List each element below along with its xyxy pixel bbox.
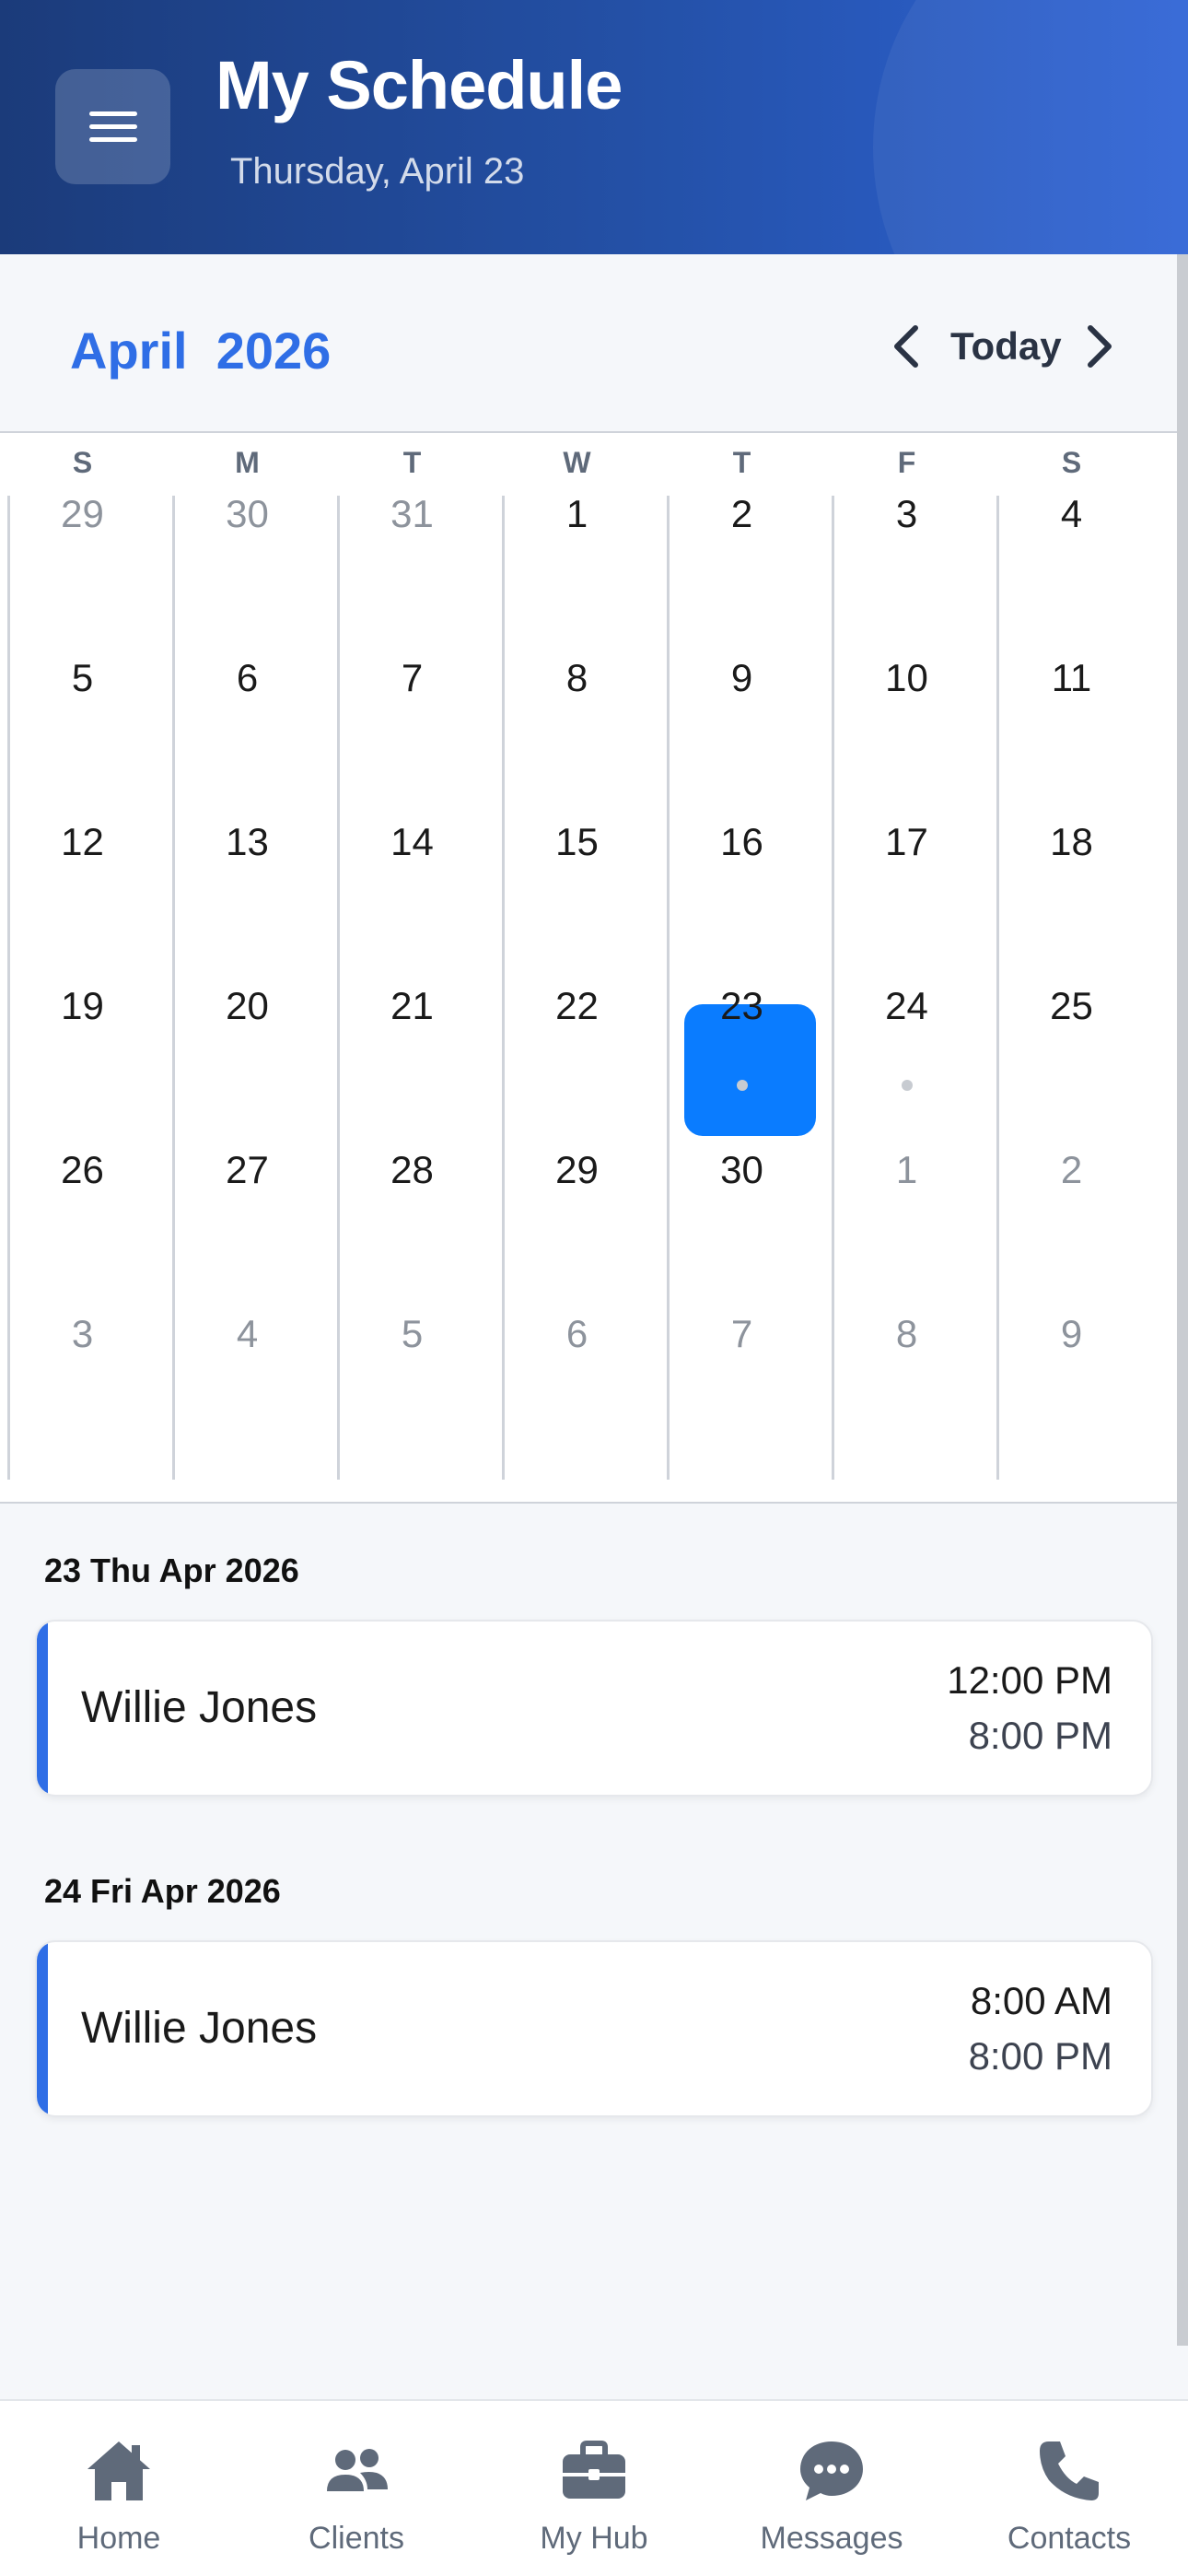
calendar-day[interactable]: 17 — [824, 820, 989, 864]
calendar-day[interactable]: 9 — [989, 1312, 1154, 1356]
event-date-header: 23 Thu Apr 2026 — [44, 1551, 299, 1589]
calendar-day[interactable]: 6 — [495, 1312, 659, 1356]
home-icon — [87, 2441, 150, 2500]
calendar-day[interactable]: 30 — [165, 492, 330, 536]
calendar-day[interactable]: 3 — [824, 492, 989, 536]
calendar-day[interactable]: 19 — [0, 984, 165, 1028]
calendar-day[interactable]: 28 — [330, 1148, 495, 1192]
calendar-day[interactable]: 11 — [989, 656, 1154, 700]
calendar-day[interactable]: 12 — [0, 820, 165, 864]
calendar-day[interactable]: 26 — [0, 1148, 165, 1192]
weekday-header: W — [563, 446, 591, 479]
calendar-day[interactable]: 22 — [495, 984, 659, 1028]
calendar-grid: S M T W T F S 29 30 31 1 2 3 4 5 6 7 8 9 10 11 12 13 14 15 16 17 18… — [0, 433, 1177, 1504]
menu-icon-bar — [88, 111, 137, 116]
event-card[interactable]: Willie Jones 12:00 PM 8:00 PM — [35, 1620, 1153, 1797]
app-header: My Schedule Thursday, April 23 — [0, 0, 1188, 254]
nav-tab-contacts[interactable]: Contacts — [950, 2401, 1188, 2576]
nav-tab-clients[interactable]: Clients — [238, 2401, 475, 2576]
calendar-day[interactable]: 6 — [165, 656, 330, 700]
header-decoration — [873, 0, 1188, 254]
scrollbar[interactable] — [1177, 254, 1188, 2346]
weekday-header: T — [402, 446, 422, 479]
calendar-day[interactable]: 29 — [0, 492, 165, 536]
nav-label: Home — [76, 2521, 161, 2556]
calendar-day[interactable]: 23 — [659, 984, 824, 1028]
event-accent-bar — [37, 1942, 48, 2115]
weekday-header: S — [1061, 446, 1082, 479]
event-date-header: 24 Fri Apr 2026 — [44, 1872, 281, 1910]
users-icon — [327, 2449, 388, 2491]
calendar-day[interactable]: 24 — [824, 984, 989, 1028]
nav-label: Contacts — [1007, 2521, 1132, 2556]
event-accent-bar — [37, 1622, 48, 1795]
month-navigation: April 2026 Today — [0, 254, 1177, 433]
month-year-label[interactable]: April 2026 — [70, 321, 331, 381]
calendar-day[interactable]: 30 — [659, 1148, 824, 1192]
calendar-day[interactable]: 8 — [495, 656, 659, 700]
event-end-time: 8:00 PM — [968, 2034, 1112, 2078]
nav-label: My Hub — [540, 2521, 648, 2556]
event-client-name: Willie Jones — [81, 1683, 318, 1732]
calendar-day[interactable]: 5 — [0, 656, 165, 700]
calendar-day[interactable]: 15 — [495, 820, 659, 864]
event-client-name: Willie Jones — [81, 2004, 318, 2053]
calendar-day[interactable]: 3 — [0, 1312, 165, 1356]
nav-label: Clients — [309, 2521, 404, 2556]
calendar-day[interactable]: 2 — [989, 1148, 1154, 1192]
chevron-right-icon[interactable] — [1077, 321, 1122, 372]
calendar-day[interactable]: 4 — [165, 1312, 330, 1356]
weekday-header: S — [72, 446, 93, 479]
year-label: 2026 — [215, 322, 332, 380]
nav-tab-home[interactable]: Home — [0, 2401, 238, 2576]
calendar-day[interactable]: 10 — [824, 656, 989, 700]
calendar-day[interactable]: 1 — [824, 1148, 989, 1192]
weekday-header: T — [732, 446, 751, 479]
calendar-day[interactable]: 8 — [824, 1312, 989, 1356]
calendar-day[interactable]: 18 — [989, 820, 1154, 864]
event-indicator-dot — [736, 1080, 748, 1091]
calendar-day[interactable]: 20 — [165, 984, 330, 1028]
weekday-header: F — [897, 446, 916, 479]
calendar-day[interactable]: 7 — [330, 656, 495, 700]
menu-icon-bar — [88, 124, 137, 129]
nav-tab-messages[interactable]: Messages — [713, 2401, 950, 2576]
menu-button[interactable] — [55, 69, 170, 184]
phone-icon — [1040, 2441, 1099, 2500]
nav-label: Messages — [760, 2521, 903, 2556]
event-card[interactable]: Willie Jones 8:00 AM 8:00 PM — [35, 1940, 1153, 2117]
nav-tab-my-hub[interactable]: My Hub — [475, 2401, 713, 2576]
month-label: April — [70, 322, 188, 380]
event-indicator-dot — [901, 1080, 913, 1091]
calendar-day[interactable]: 4 — [989, 492, 1154, 536]
calendar-day[interactable]: 14 — [330, 820, 495, 864]
calendar-day[interactable]: 5 — [330, 1312, 495, 1356]
calendar-day[interactable]: 9 — [659, 656, 824, 700]
calendar-day[interactable]: 29 — [495, 1148, 659, 1192]
calendar-day[interactable]: 25 — [989, 984, 1154, 1028]
briefcase-icon — [563, 2441, 625, 2499]
calendar-day[interactable]: 2 — [659, 492, 824, 536]
event-end-time: 8:00 PM — [968, 1714, 1112, 1757]
calendar-day[interactable]: 1 — [495, 492, 659, 536]
chevron-left-icon[interactable] — [884, 321, 928, 372]
calendar-day[interactable]: 27 — [165, 1148, 330, 1192]
menu-icon-bar — [88, 137, 137, 142]
chat-bubble-icon — [800, 2441, 863, 2500]
calendar-day[interactable]: 16 — [659, 820, 824, 864]
today-button[interactable]: Today — [950, 324, 1062, 369]
calendar-day[interactable]: 31 — [330, 492, 495, 536]
weekday-header: M — [235, 446, 260, 479]
calendar-day[interactable]: 21 — [330, 984, 495, 1028]
bottom-navigation: Home Clients My Hub Messages Contacts — [0, 2399, 1188, 2576]
calendar-day[interactable]: 7 — [659, 1312, 824, 1356]
page-subtitle: Thursday, April 23 — [230, 151, 525, 192]
event-start-time: 8:00 AM — [970, 1979, 1112, 2022]
page-title: My Schedule — [215, 47, 623, 123]
event-start-time: 12:00 PM — [947, 1658, 1112, 1702]
calendar-day[interactable]: 13 — [165, 820, 330, 864]
